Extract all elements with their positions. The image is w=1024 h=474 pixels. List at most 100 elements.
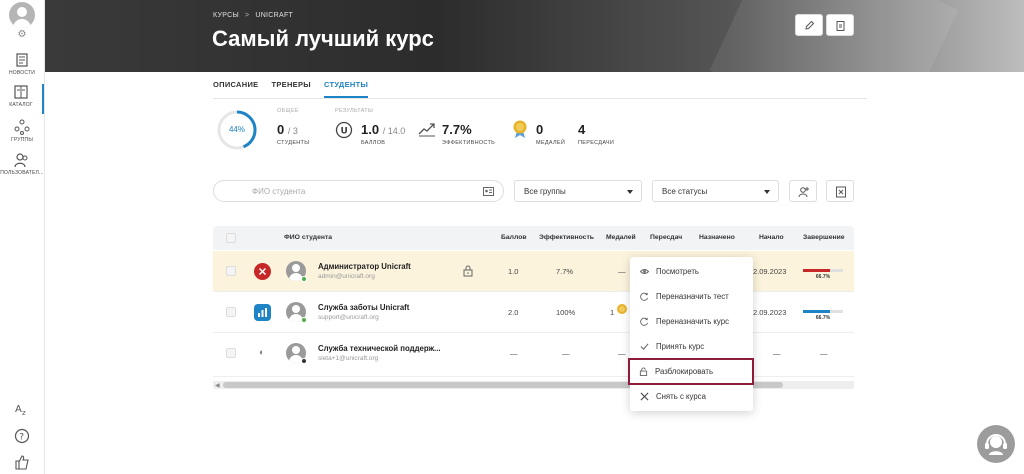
col-medals[interactable]: Медалей bbox=[606, 234, 636, 241]
col-assigned[interactable]: Назначено bbox=[699, 234, 735, 241]
blocked-status-icon bbox=[254, 263, 271, 280]
menu-item-label: Переназначить курс bbox=[656, 317, 729, 326]
edit-button[interactable] bbox=[795, 14, 823, 36]
start-cell: 2.09.2023 bbox=[753, 267, 787, 276]
medals-value: 0 bbox=[536, 122, 544, 137]
search-placeholder: ФИО студента bbox=[252, 187, 306, 196]
svg-text:?: ? bbox=[19, 433, 24, 443]
table-row[interactable]: Администратор Unicraft admin@unicraft.or… bbox=[213, 251, 854, 292]
row-context-menu: Посмотреть Переназначить тест Переназнач… bbox=[628, 257, 754, 411]
translate-icon[interactable]: Az bbox=[14, 401, 30, 417]
progress-percent: 44% bbox=[228, 125, 245, 134]
clipboard-button[interactable] bbox=[826, 14, 854, 36]
menu-item-label: Принять курс bbox=[656, 342, 705, 351]
student-name[interactable]: Администратор Unicraft bbox=[318, 262, 411, 271]
users-icon bbox=[14, 153, 28, 168]
menu-item-reassign-course[interactable]: Переназначить курс bbox=[630, 309, 753, 334]
tab-description[interactable]: ОПИСАНИЕ bbox=[213, 80, 258, 98]
eye-icon bbox=[640, 269, 649, 274]
student-name[interactable]: Служба заботы Unicraft bbox=[318, 303, 409, 312]
course-header: КУРСЫ > UNICRAFT Самый лучший курс bbox=[45, 0, 1024, 72]
groups-select[interactable]: Все группы bbox=[514, 180, 642, 202]
sidebar-item-label: НОВОСТИ bbox=[8, 70, 36, 76]
like-icon[interactable] bbox=[14, 454, 30, 470]
results-caption: РЕЗУЛЬТАТЫ bbox=[335, 108, 374, 114]
students-table: ФИО студента Баллов Эффективность Медале… bbox=[213, 226, 854, 390]
breadcrumb-item[interactable]: КУРСЫ bbox=[213, 12, 239, 19]
offline-status-dot bbox=[301, 358, 307, 364]
menu-item-accept-course[interactable]: Принять курс bbox=[630, 334, 753, 359]
col-completion[interactable]: Завершение bbox=[803, 234, 845, 241]
svg-text:U: U bbox=[341, 127, 348, 137]
menu-item-remove-from-course[interactable]: Снять с курса bbox=[630, 384, 753, 409]
help-icon[interactable]: ? bbox=[14, 428, 30, 444]
tab-students[interactable]: СТУДЕНТЫ bbox=[323, 80, 369, 98]
col-start[interactable]: Начало bbox=[759, 234, 784, 241]
sidebar-item-news[interactable]: НОВОСТИ bbox=[0, 52, 44, 76]
student-email: support@unicraft.org bbox=[318, 314, 379, 321]
horizontal-scrollbar[interactable]: ◀ bbox=[213, 381, 854, 389]
efficiency-value: 7.7% bbox=[442, 122, 472, 137]
score-cell: 2.0 bbox=[508, 308, 519, 317]
headset-icon bbox=[985, 434, 1007, 455]
user-plus-icon bbox=[798, 187, 809, 198]
completion-bar bbox=[803, 269, 843, 272]
medal-icon bbox=[513, 120, 527, 138]
table-row[interactable]: Служба заботы Unicraft support@unicraft.… bbox=[213, 292, 854, 333]
completion-label: 66.7% bbox=[815, 315, 831, 321]
student-name[interactable]: Служба технической поддерж... bbox=[318, 344, 441, 353]
medals-cell: — bbox=[618, 349, 626, 358]
breadcrumb: КУРСЫ > UNICRAFT bbox=[213, 12, 293, 19]
select-all-checkbox[interactable] bbox=[226, 233, 236, 243]
score-caption: БАЛЛОВ bbox=[361, 140, 386, 146]
clipboard-icon bbox=[836, 21, 845, 31]
sidebar-item-catalog[interactable]: КАТАЛОГ bbox=[0, 84, 44, 114]
user-avatar[interactable] bbox=[9, 2, 35, 28]
sidebar-item-users[interactable]: ПОЛЬЗОВАТЕЛ... bbox=[0, 152, 44, 176]
sidebar-item-groups[interactable]: ГРУППЫ bbox=[0, 119, 44, 143]
row-checkbox[interactable] bbox=[226, 266, 236, 276]
menu-item-reassign-test[interactable]: Переназначить тест bbox=[630, 284, 753, 309]
menu-item-view[interactable]: Посмотреть bbox=[630, 259, 753, 284]
svg-text:z: z bbox=[22, 409, 26, 417]
breadcrumb-item[interactable]: UNICRAFT bbox=[255, 12, 293, 19]
medal-icon bbox=[617, 304, 627, 314]
retakes-caption: ПЕРЕСДАЧИ bbox=[578, 140, 615, 146]
export-excel-button[interactable] bbox=[826, 180, 854, 202]
sidebar-item-label: КАТАЛОГ bbox=[9, 102, 33, 108]
sidebar: ⚙ НОВОСТИ КАТАЛОГ ГРУППЫ ПОЛЬЗОВАТЕЛ... … bbox=[0, 0, 45, 474]
svg-text:A: A bbox=[15, 404, 22, 415]
breadcrumb-separator: > bbox=[244, 12, 250, 19]
completion-label: 66.7% bbox=[815, 274, 831, 280]
statuses-select[interactable]: Все статусы bbox=[652, 180, 779, 202]
scroll-left-icon[interactable]: ◀ bbox=[215, 382, 220, 389]
score-value-block: 1.0 / 14.0 bbox=[361, 122, 405, 137]
add-student-button[interactable] bbox=[789, 180, 817, 202]
support-chat-button[interactable] bbox=[977, 425, 1015, 463]
tab-trainers[interactable]: ТРЕНЕРЫ bbox=[271, 80, 310, 98]
menu-item-label: Разблокировать bbox=[655, 367, 714, 376]
menu-item-unblock[interactable]: Разблокировать bbox=[628, 358, 754, 385]
gear-icon[interactable]: ⚙ bbox=[17, 30, 27, 40]
close-icon bbox=[640, 392, 649, 401]
chevron-down-icon bbox=[627, 190, 633, 194]
score-cell: 1.0 bbox=[508, 267, 519, 276]
table-header: ФИО студента Баллов Эффективность Медале… bbox=[213, 226, 854, 250]
col-name[interactable]: ФИО студента bbox=[284, 234, 332, 241]
col-score[interactable]: Баллов bbox=[501, 234, 527, 241]
col-efficiency[interactable]: Эффективность bbox=[539, 234, 594, 241]
completion-bar bbox=[803, 310, 843, 313]
total-caption: ОБЩЕЕ bbox=[277, 108, 299, 114]
col-retakes[interactable]: Пересдач bbox=[650, 234, 682, 241]
id-card-icon bbox=[483, 187, 494, 196]
table-row[interactable]: ◐ Служба технической поддерж... sleta+1@… bbox=[213, 333, 854, 377]
completion-cell: — bbox=[820, 349, 828, 358]
row-checkbox[interactable] bbox=[226, 348, 236, 358]
page-title: Самый лучший курс bbox=[212, 26, 434, 51]
search-input[interactable]: ФИО студента bbox=[213, 180, 504, 202]
students-count: 0 / 3 bbox=[277, 122, 298, 137]
medals-cell: 1 bbox=[610, 308, 615, 317]
in-progress-status-icon bbox=[254, 304, 271, 321]
online-status-dot bbox=[301, 317, 307, 323]
row-checkbox[interactable] bbox=[226, 307, 236, 317]
